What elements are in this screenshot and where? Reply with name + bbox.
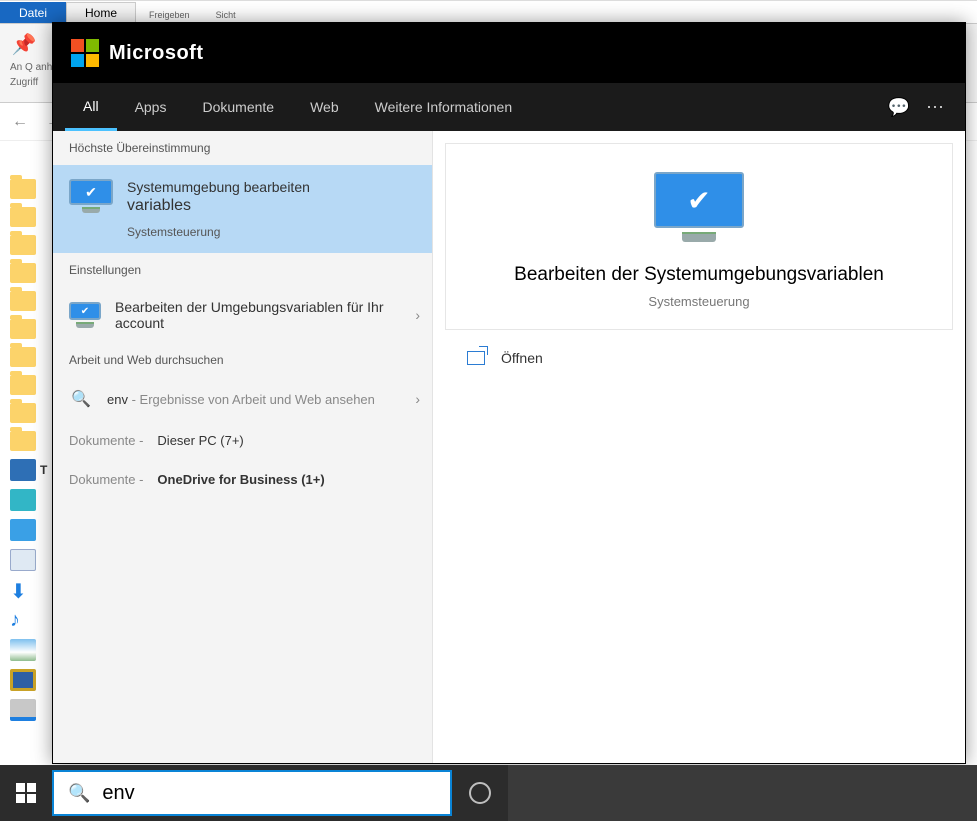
explorer-sidebar: T ⬇ ♪: [10, 179, 52, 761]
web-search-dash: -: [128, 392, 140, 407]
web-search-query: env: [107, 392, 128, 407]
search-icon: 🔍: [69, 389, 93, 409]
ribbon-tab-view[interactable]: Sicht: [203, 6, 249, 23]
filter-tab-documents[interactable]: Dokumente: [184, 83, 292, 131]
web-search-row[interactable]: 🔍 env - Ergebnisse von Arbeit und Web an…: [53, 377, 432, 421]
filter-tab-apps[interactable]: Apps: [117, 83, 185, 131]
sidebar-this-pc[interactable]: T: [10, 459, 52, 481]
section-settings-label: Einstellungen: [53, 253, 432, 287]
windows-logo-icon: [16, 783, 36, 803]
search-icon: 🔍: [68, 783, 90, 804]
start-button[interactable]: [0, 765, 52, 821]
ms-brand-header: Microsoft: [53, 23, 965, 83]
cortana-icon: [469, 782, 491, 804]
sidebar-desktop[interactable]: [10, 519, 52, 541]
system-settings-icon: ✔: [69, 179, 113, 213]
microsoft-logo-icon: [71, 39, 99, 67]
sidebar-folder[interactable]: [10, 319, 52, 339]
detail-card: ✔ Bearbeiten der Systemumgebungsvariable…: [445, 143, 953, 330]
detail-title: Bearbeiten der Systemumgebungsvariablen: [514, 264, 884, 286]
filter-tab-all[interactable]: All: [65, 83, 117, 131]
taskbar-search-box[interactable]: 🔍: [52, 770, 452, 816]
sidebar-pictures[interactable]: [10, 639, 52, 661]
sidebar-folder[interactable]: [10, 403, 52, 423]
sidebar-folder[interactable]: [10, 207, 52, 227]
more-options-icon[interactable]: ⋯: [917, 97, 953, 118]
web-search-hint: Ergebnisse von Arbeit und Web ansehen: [140, 392, 375, 407]
settings-row-line1: Bearbeiten der Umgebungsvariablen für Ih…: [115, 299, 384, 315]
pin-icon[interactable]: 📌: [10, 30, 38, 58]
open-action[interactable]: Öffnen: [445, 330, 953, 386]
section-best-match-label: Höchste Übereinstimmung: [53, 131, 432, 165]
sidebar-folder[interactable]: [10, 347, 52, 367]
best-match-line1: Systemumgebung bearbeiten: [127, 179, 310, 195]
filter-tab-web[interactable]: Web: [292, 83, 357, 131]
ribbon-tab-home[interactable]: Home: [66, 2, 136, 23]
windows-search-overlay: Microsoft All Apps Dokumente Web Weitere…: [52, 22, 966, 764]
system-settings-icon: ✔: [654, 172, 744, 242]
system-settings-icon: ✔: [69, 302, 101, 328]
best-match-sub: Systemsteuerung: [127, 225, 310, 239]
best-match-result[interactable]: ✔ Systemumgebung bearbeiten variables Sy…: [53, 165, 432, 253]
taskbar: 🔍: [0, 765, 977, 821]
open-label: Öffnen: [501, 350, 543, 366]
section-work-web-label: Arbeit und Web durchsuchen: [53, 343, 432, 377]
documents-this-pc-row[interactable]: Dokumente - Dieser PC (7+): [53, 421, 432, 460]
doc-row-value: OneDrive for Business (1+): [157, 472, 324, 487]
sidebar-drive[interactable]: [10, 699, 52, 721]
doc-row-value: Dieser PC (7+): [157, 433, 243, 448]
doc-row-label: Dokumente -: [69, 433, 143, 448]
chevron-right-icon: ›: [415, 391, 420, 407]
sidebar-folder[interactable]: [10, 431, 52, 451]
sidebar-3d-objects[interactable]: [10, 489, 52, 511]
ribbon-tab-file[interactable]: Datei: [0, 2, 66, 23]
best-match-line2: variables: [127, 197, 310, 215]
sidebar-downloads[interactable]: ⬇: [10, 579, 52, 601]
sidebar-folder[interactable]: [10, 375, 52, 395]
sidebar-music[interactable]: ♪: [10, 609, 52, 631]
sidebar-folder[interactable]: [10, 235, 52, 255]
taskbar-rest: [508, 765, 977, 821]
settings-result-row[interactable]: ✔ Bearbeiten der Umgebungsvariablen für …: [53, 287, 432, 343]
sidebar-documents[interactable]: [10, 549, 52, 571]
ribbon-tabs: Datei Home Freigeben Sicht: [0, 1, 977, 23]
documents-onedrive-row[interactable]: Dokumente - OneDrive for Business (1+): [53, 460, 432, 499]
detail-subtitle: Systemsteuerung: [648, 294, 749, 309]
taskbar-search-input[interactable]: [102, 782, 436, 805]
microsoft-brand-label: Microsoft: [109, 42, 204, 65]
feedback-icon[interactable]: 💬: [881, 97, 917, 118]
sidebar-folder[interactable]: [10, 263, 52, 283]
search-detail-column: ✔ Bearbeiten der Systemumgebungsvariable…: [433, 131, 965, 763]
search-filter-bar: All Apps Dokumente Web Weitere Informati…: [53, 83, 965, 131]
sidebar-folder[interactable]: [10, 179, 52, 199]
sidebar-folder[interactable]: [10, 291, 52, 311]
cortana-button[interactable]: [452, 765, 508, 821]
sidebar-videos[interactable]: [10, 669, 52, 691]
settings-row-line2: account: [115, 315, 384, 331]
ribbon-tab-share[interactable]: Freigeben: [136, 6, 203, 23]
search-results-column: Höchste Übereinstimmung ✔ Systemumgebung…: [53, 131, 433, 763]
filter-tab-more[interactable]: Weitere Informationen: [357, 83, 530, 131]
pin-sublabel: Zugriff: [10, 77, 38, 88]
open-icon: [467, 351, 485, 365]
nav-back-icon[interactable]: ←: [10, 113, 30, 131]
doc-row-label: Dokumente -: [69, 472, 143, 487]
chevron-right-icon: ›: [415, 307, 420, 323]
